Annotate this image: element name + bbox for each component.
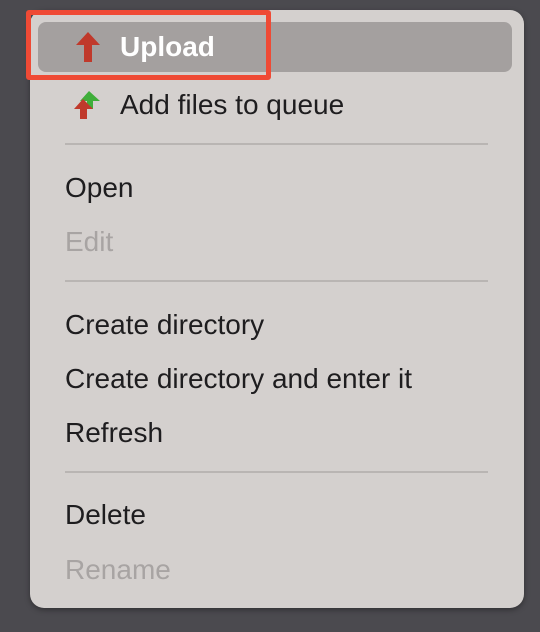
menu-item-label: Refresh	[65, 417, 164, 448]
menu-item-create-directory-and-enter[interactable]: Create directory and enter it	[30, 354, 524, 404]
context-menu: Upload Add files to queue Open Edit Crea…	[30, 10, 524, 608]
upload-arrow-icon	[73, 31, 103, 63]
menu-item-label: Open	[65, 172, 134, 203]
menu-item-refresh[interactable]: Refresh	[30, 408, 524, 458]
menu-item-label: Add files to queue	[120, 89, 345, 120]
menu-item-label: Rename	[65, 554, 171, 585]
menu-item-label: Delete	[65, 499, 146, 530]
menu-item-upload[interactable]: Upload	[38, 22, 512, 72]
menu-separator	[65, 471, 488, 473]
menu-item-edit: Edit	[30, 217, 524, 267]
menu-item-add-files-to-queue[interactable]: Add files to queue	[30, 80, 524, 130]
menu-item-label: Create directory	[65, 309, 265, 340]
menu-item-create-directory[interactable]: Create directory	[30, 300, 524, 350]
menu-item-label: Create directory and enter it	[65, 363, 413, 394]
menu-item-open[interactable]: Open	[30, 163, 524, 213]
menu-item-rename: Rename	[30, 545, 524, 595]
menu-item-delete[interactable]: Delete	[30, 490, 524, 540]
menu-separator	[65, 143, 488, 145]
menu-item-label: Edit	[65, 226, 114, 257]
menu-item-label: Upload	[120, 31, 215, 62]
add-to-queue-icon	[73, 89, 103, 121]
menu-separator	[65, 280, 488, 282]
